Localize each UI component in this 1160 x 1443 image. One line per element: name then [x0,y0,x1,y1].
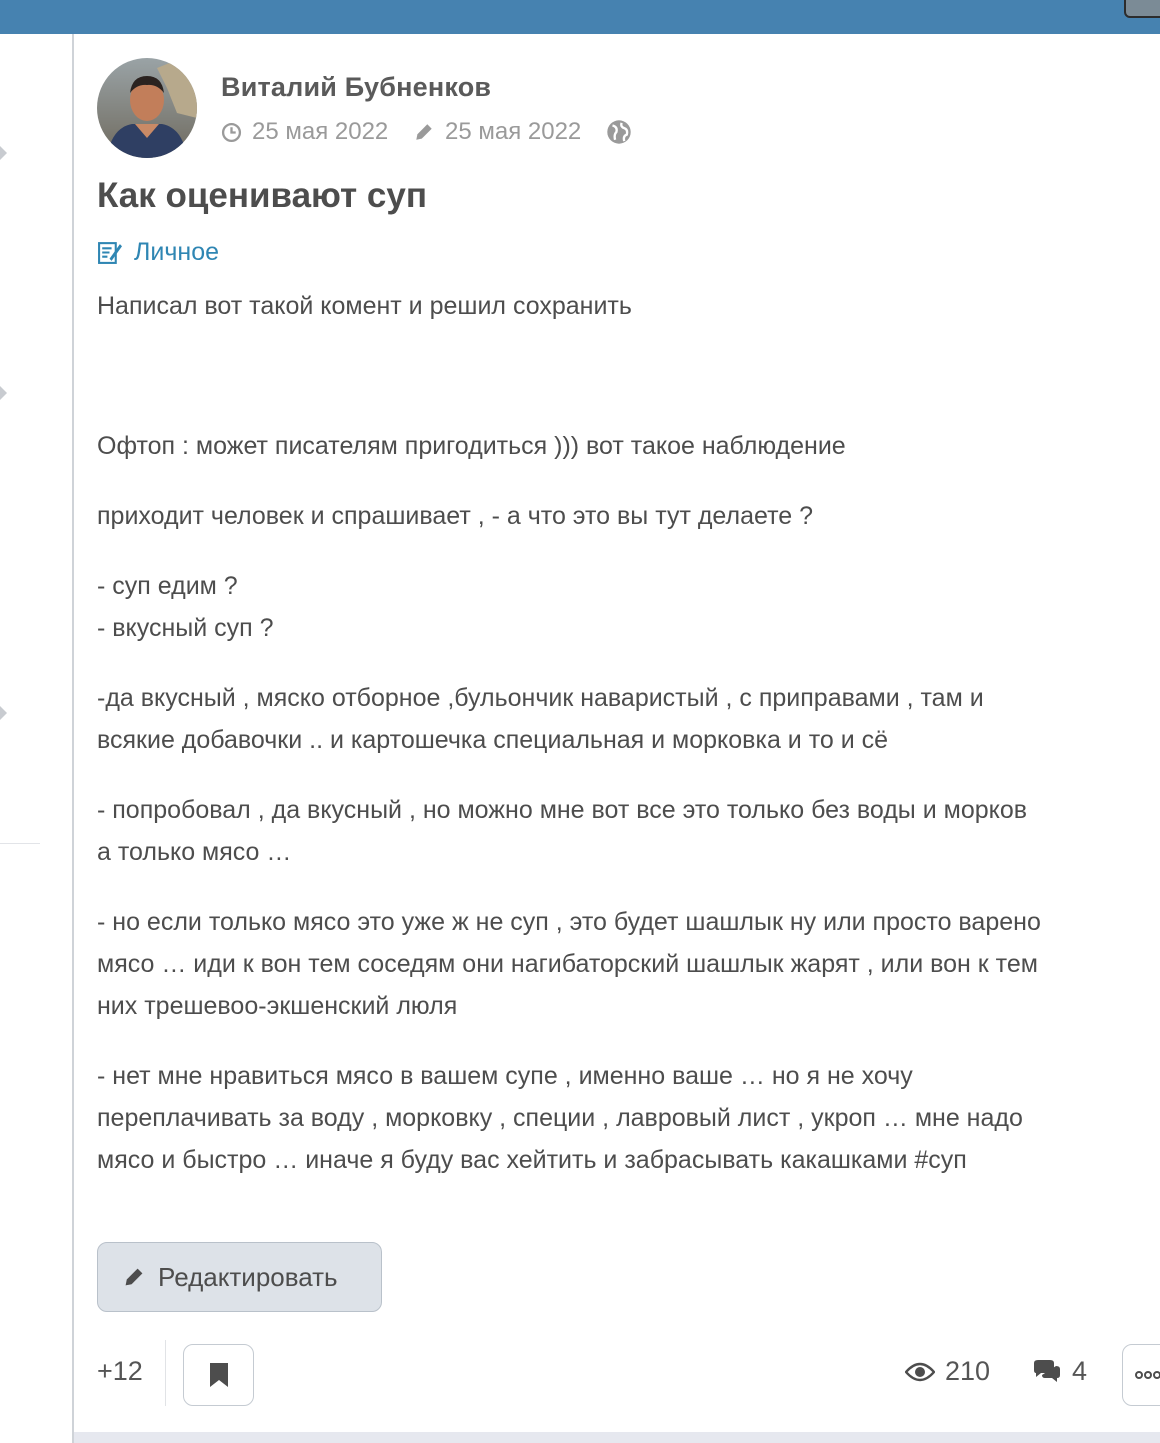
sidebar-expand-arrow-icon[interactable] [0,146,7,160]
sidebar-expand-arrow-icon[interactable] [0,706,7,720]
bookmark-button[interactable] [183,1344,254,1406]
pencil-icon [125,1268,143,1286]
more-icon [1135,1371,1160,1379]
post-paragraph: - нет мне нравиться мясо в вашем супе , … [97,1062,913,1090]
eye-icon [905,1362,935,1381]
post-paragraph: переплачивать за воду , морковку , специ… [97,1104,1023,1132]
left-sidebar [0,34,74,1443]
post-paragraph: Офтоп : может писателям пригодиться ))) … [97,432,846,460]
edited-date: 25 мая 2022 [413,117,581,147]
post-paragraph: - попробовал , да вкусный , но можно мне… [97,796,1028,824]
post-paragraph: всякие добавочки .. и картошечка специал… [97,726,889,754]
author-name[interactable]: Виталий Бубненков [221,72,491,103]
sidebar-divider [0,843,40,844]
category-link[interactable]: Личное [97,238,219,267]
top-bar [0,0,1160,34]
post-paragraph: - вкусный суп ? [97,614,274,642]
post-paragraph: -да вкусный , мяско отборное ,бульончик … [97,684,984,712]
category-label[interactable]: Личное [134,238,219,267]
post-paragraph: мясо … иди к вон тем соседям они нагибат… [97,950,1038,978]
more-options-button[interactable] [1122,1344,1160,1406]
page-footer-strip [74,1432,1160,1443]
views-value: 210 [945,1356,991,1386]
post-paragraph: них трешевоо-экшенский люля [97,992,458,1020]
post-paragraph: - суп едим ? [97,572,238,600]
sidebar-expand-arrow-icon[interactable] [0,386,7,400]
created-date: 25 мая 2022 [221,117,388,147]
clock-icon [221,122,242,142]
comments-value: 4 [1072,1356,1088,1386]
post-paragraph: приходит человек и спрашивает , - а что … [97,502,813,530]
edited-date-text: 25 мая 2022 [445,118,582,145]
comments-count[interactable]: 4 [1032,1356,1087,1387]
user-avatar-small[interactable] [1124,0,1160,18]
post-paragraph: мясо и быстро … иначе я буду вас хейтить… [97,1146,967,1174]
pencil-icon [416,124,432,140]
views-count: 210 [905,1356,990,1387]
post-paragraph: а только мясо … [97,838,292,866]
notebook-icon [98,242,122,264]
author-avatar[interactable] [97,58,197,158]
globe-icon [607,120,631,144]
bookmark-icon [209,1363,228,1387]
post-paragraph: - но если только мясо это уже ж не суп ,… [97,908,1041,936]
post-paragraph: Написал вот такой комент и решил сохрани… [97,292,632,320]
comments-icon [1034,1359,1060,1382]
created-date-text: 25 мая 2022 [252,118,389,145]
edit-button-label: Редактировать [158,1261,338,1292]
rating-score[interactable]: +12 [97,1356,143,1387]
divider [165,1340,166,1406]
edit-button[interactable]: Редактировать [97,1242,382,1312]
visibility-globe[interactable] [606,117,642,147]
post-title: Как оценивают суп [97,176,427,215]
